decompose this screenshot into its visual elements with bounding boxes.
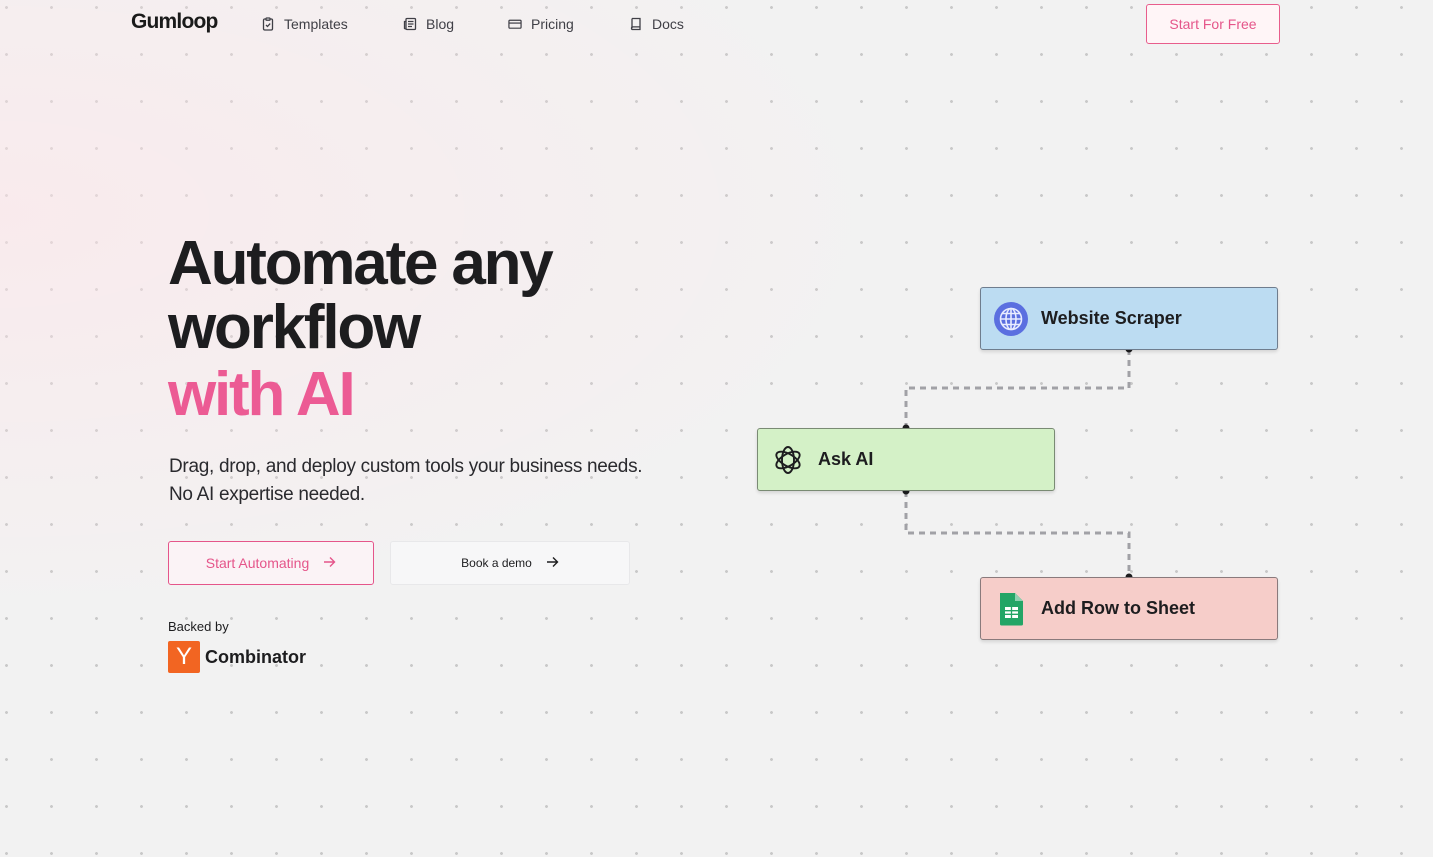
newspaper-icon bbox=[403, 17, 417, 31]
nav-blog[interactable]: Blog bbox=[403, 14, 454, 34]
globe-icon bbox=[993, 301, 1029, 337]
connector-ai-to-sheet bbox=[904, 491, 1131, 577]
y-combinator-badge: Y Combinator bbox=[168, 641, 306, 673]
hero-headline: Automate any workflow with AI bbox=[168, 229, 554, 429]
flow-node-ask-ai[interactable]: Ask AI bbox=[757, 428, 1055, 491]
backed-by-label: Backed by bbox=[168, 619, 229, 634]
nav-templates-label: Templates bbox=[284, 16, 348, 32]
add-row-to-sheet-label: Add Row to Sheet bbox=[1041, 598, 1195, 618]
book-a-demo-label: Book a demo bbox=[461, 556, 532, 570]
nav-pricing[interactable]: Pricing bbox=[508, 14, 574, 34]
nav-docs[interactable]: Docs bbox=[629, 14, 684, 34]
headline-accent: with AI bbox=[168, 360, 356, 429]
start-for-free-button[interactable]: Start For Free bbox=[1146, 4, 1280, 44]
ask-ai-label: Ask AI bbox=[818, 449, 874, 469]
headline-line-2: workflow bbox=[168, 293, 421, 362]
subtext-line-1: Drag, drop, and deploy custom tools your… bbox=[169, 456, 643, 477]
y-combinator-logo: Y bbox=[168, 641, 200, 673]
nav-pricing-label: Pricing bbox=[531, 16, 574, 32]
google-sheets-icon bbox=[993, 591, 1029, 627]
subtext-line-2: No AI expertise needed. bbox=[169, 484, 365, 505]
arrow-right-icon bbox=[546, 556, 559, 571]
nav-blog-label: Blog bbox=[426, 16, 455, 32]
start-automating-label: Start Automating bbox=[205, 555, 310, 571]
openai-icon bbox=[770, 442, 806, 478]
nav-docs-label: Docs bbox=[652, 16, 684, 32]
book-icon bbox=[629, 17, 643, 31]
hero-subtext: Drag, drop, and deploy custom tools your… bbox=[169, 453, 643, 509]
nav-templates[interactable]: Templates bbox=[261, 14, 348, 34]
connector-scraper-to-ai bbox=[904, 349, 1131, 428]
y-combinator-name: Combinator bbox=[205, 646, 306, 667]
arrow-right-icon bbox=[323, 555, 336, 571]
top-nav: Gumloop Templates Blog Pricing Docs Star… bbox=[0, 0, 1433, 48]
credit-card-icon bbox=[508, 17, 522, 31]
flow-node-website-scraper[interactable]: Website Scraper bbox=[980, 287, 1278, 350]
headline-line-1: Automate any bbox=[168, 229, 554, 298]
gumloop-logo[interactable]: Gumloop bbox=[131, 10, 218, 34]
clipboard-icon bbox=[261, 17, 275, 31]
start-automating-button[interactable]: Start Automating bbox=[168, 541, 374, 585]
flow-node-add-row-to-sheet[interactable]: Add Row to Sheet bbox=[980, 577, 1278, 640]
book-a-demo-button[interactable]: Book a demo bbox=[390, 541, 630, 585]
website-scraper-label: Website Scraper bbox=[1041, 308, 1182, 328]
